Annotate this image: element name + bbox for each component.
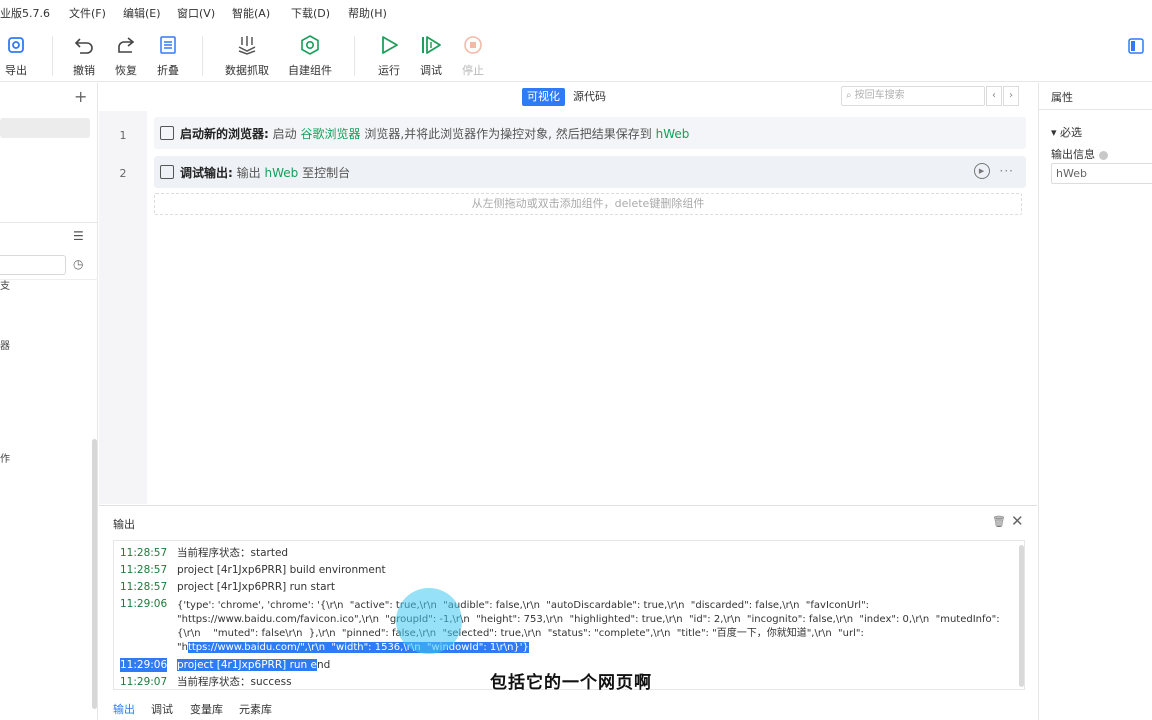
- stop-label: 停止: [462, 64, 484, 77]
- tab-visual[interactable]: 可视化: [522, 88, 565, 106]
- chevron-left-icon: ‹: [992, 90, 996, 101]
- step-var[interactable]: hWeb: [264, 166, 298, 180]
- fold-button[interactable]: 折叠: [140, 34, 196, 78]
- debug-icon: [420, 34, 442, 56]
- fold-label: 折叠: [157, 64, 179, 77]
- line-number: 1: [119, 129, 127, 142]
- search-next-button[interactable]: ›: [1003, 86, 1019, 106]
- component-search-input[interactable]: [0, 255, 66, 275]
- menu-edit[interactable]: 编辑(E): [123, 5, 161, 21]
- data-capture-button[interactable]: 数据抓取: [219, 34, 275, 78]
- menu-smart[interactable]: 智能(A): [232, 5, 270, 21]
- step-text: 输出: [236, 166, 261, 180]
- stop-icon: [462, 34, 484, 56]
- console-icon: [160, 165, 174, 179]
- editor-search-input[interactable]: ⌕ 按回车搜索: [841, 86, 985, 106]
- data-capture-label: 数据抓取: [225, 64, 269, 77]
- menu-bar: 业版5.7.6 文件(F) 编辑(E) 窗口(V) 智能(A) 下载(D) 帮助…: [0, 0, 1152, 26]
- layout-toggle-icon[interactable]: [1128, 38, 1144, 57]
- chevron-right-icon: ›: [1009, 90, 1013, 101]
- properties-panel: 属性 ▾ 必选 输出信息 hWeb: [1038, 83, 1152, 720]
- export-button[interactable]: 导出: [0, 34, 44, 78]
- drop-zone[interactable]: 从左侧拖动或双击添加组件，delete键删除组件: [154, 193, 1022, 215]
- step-var[interactable]: 谷歌浏览器: [300, 127, 360, 141]
- editor-header: 可视化 源代码 ⌕ 按回车搜索 ‹ ›: [99, 83, 1037, 111]
- search-placeholder: 按回车搜索: [854, 90, 905, 101]
- clock-icon[interactable]: ◷: [73, 257, 83, 271]
- stop-button[interactable]: 停止: [445, 34, 501, 78]
- undo-icon: [73, 34, 95, 56]
- step-debug-output[interactable]: 调试输出: 输出 hWeb 至控制台 ▶ ···: [154, 156, 1026, 188]
- redo-label: 恢复: [115, 64, 137, 77]
- video-subtitle: 包括它的一个网页啊: [490, 673, 652, 693]
- tree-item-truncated[interactable]: 作: [0, 450, 10, 465]
- step-text: 至控制台: [302, 166, 351, 180]
- custom-component-label: 自建组件: [288, 64, 332, 77]
- run-label: 运行: [378, 64, 400, 77]
- step-title: 调试输出:: [180, 166, 233, 180]
- selected-tree-item[interactable]: [0, 118, 90, 138]
- required-section[interactable]: ▾ 必选: [1051, 124, 1082, 140]
- redo-icon: [115, 34, 137, 56]
- left-scrollbar[interactable]: [92, 439, 97, 709]
- search-prev-button[interactable]: ‹: [986, 86, 1002, 106]
- tab-debug[interactable]: 调试: [151, 701, 173, 717]
- export-icon: [5, 34, 27, 56]
- step-text: 浏览器,并将此浏览器作为操控对象, 然后把结果保存到: [364, 127, 652, 141]
- run-step-icon[interactable]: ▶: [973, 163, 990, 179]
- search-icon: ⌕: [846, 90, 852, 101]
- list-view-icon[interactable]: ☰: [73, 229, 84, 243]
- tab-source[interactable]: 源代码: [573, 88, 606, 106]
- custom-component-icon: [299, 34, 321, 56]
- clear-icon[interactable]: 🗑: [992, 515, 1006, 528]
- left-panel: + ☰ ◷ 支 器 作: [0, 83, 98, 720]
- menu-download[interactable]: 下载(D): [291, 5, 330, 21]
- menu-file[interactable]: 文件(F): [69, 5, 106, 21]
- step-title: 启动新的浏览器:: [180, 127, 269, 141]
- step-launch-browser[interactable]: 启动新的浏览器: 启动 谷歌浏览器 浏览器,并将此浏览器作为操控对象, 然后把结…: [154, 117, 1026, 149]
- step-var[interactable]: hWeb: [656, 127, 690, 141]
- tab-elements[interactable]: 元素库: [239, 701, 272, 717]
- add-icon[interactable]: +: [74, 87, 87, 106]
- output-info-input[interactable]: hWeb: [1051, 163, 1152, 184]
- export-label: 导出: [5, 64, 27, 77]
- tab-output[interactable]: 输出: [113, 701, 135, 717]
- tree-item-truncated[interactable]: 器: [0, 337, 10, 352]
- menu-help[interactable]: 帮助(H): [348, 5, 387, 21]
- more-icon[interactable]: ···: [1000, 164, 1014, 178]
- fold-icon: [157, 34, 179, 56]
- line-number: 2: [119, 167, 127, 180]
- debug-label: 调试: [420, 64, 442, 77]
- app-title: 业版5.7.6: [0, 7, 50, 20]
- tree-item-truncated[interactable]: 支: [0, 277, 10, 292]
- menu-window[interactable]: 窗口(V): [177, 5, 215, 21]
- output-title: 输出: [113, 518, 135, 531]
- browser-icon: [160, 126, 174, 140]
- toolbar: 导出 撤销 恢复 折叠 数据抓取 自建组件 运行 调试 停止: [0, 26, 1152, 82]
- custom-component-button[interactable]: 自建组件: [282, 34, 338, 78]
- properties-title: 属性: [1051, 91, 1073, 104]
- data-capture-icon: [236, 34, 258, 56]
- close-icon[interactable]: ✕: [1011, 512, 1024, 530]
- play-icon: [378, 34, 400, 56]
- help-icon[interactable]: [1099, 150, 1108, 160]
- output-info-label: 输出信息: [1051, 148, 1095, 161]
- tab-variables[interactable]: 变量库: [190, 701, 223, 717]
- step-text: 启动: [272, 127, 297, 141]
- line-gutter: 1 2: [99, 111, 147, 504]
- undo-label: 撤销: [73, 64, 95, 77]
- console-scrollbar[interactable]: [1019, 545, 1024, 687]
- mouse-cursor-highlight: [396, 588, 462, 654]
